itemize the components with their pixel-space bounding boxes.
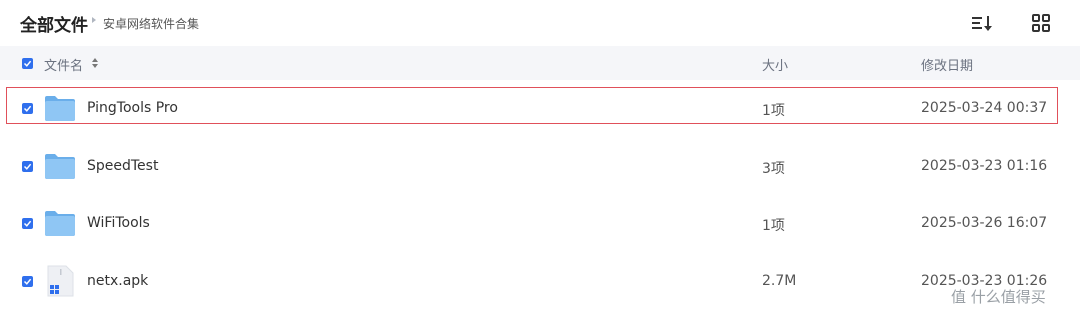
row-checkbox[interactable] [22, 218, 33, 229]
file-date: 2025-03-26 16:07 [921, 215, 1048, 231]
watermark-text: 值 什么值得买 [951, 288, 1046, 306]
row-checkbox[interactable] [22, 276, 33, 287]
table-row[interactable]: netx.apk 2.7M 2025-03-23 01:26 [0, 253, 1080, 309]
column-header-size[interactable]: 大小 [762, 55, 788, 74]
folder-icon [45, 211, 75, 236]
file-size: 2.7M [762, 273, 797, 289]
highlight-annotation-box [6, 87, 1058, 124]
sort-toggle-icon[interactable] [91, 57, 99, 69]
column-header-name[interactable]: 文件名 [44, 55, 83, 74]
table-row[interactable]: SpeedTest 3项 2025-03-23 01:16 [0, 138, 1080, 194]
toolbar: 全部文件 安卓网络软件合集 [0, 0, 1080, 46]
breadcrumb-current: 安卓网络软件合集 [103, 17, 200, 31]
folder-icon [45, 154, 75, 179]
table-row[interactable]: WiFiTools 1项 2025-03-26 16:07 [0, 195, 1080, 251]
file-name[interactable]: SpeedTest [87, 158, 158, 174]
row-checkbox[interactable] [22, 161, 33, 172]
breadcrumb-separator-icon [92, 17, 96, 23]
file-size: 3项 [762, 161, 785, 177]
sort-list-icon[interactable] [968, 10, 994, 36]
column-header-date[interactable]: 修改日期 [921, 55, 973, 74]
apk-file-icon [47, 265, 74, 297]
file-name[interactable]: WiFiTools [87, 215, 150, 231]
file-name[interactable]: netx.apk [87, 273, 148, 289]
grid-view-icon[interactable] [1028, 10, 1054, 36]
breadcrumb-root[interactable]: 全部文件 [20, 11, 88, 36]
table-header: 文件名 大小 修改日期 [0, 46, 1080, 80]
file-date: 2025-03-23 01:16 [921, 158, 1048, 174]
file-size: 1项 [762, 218, 785, 234]
select-all-checkbox[interactable] [22, 58, 33, 69]
